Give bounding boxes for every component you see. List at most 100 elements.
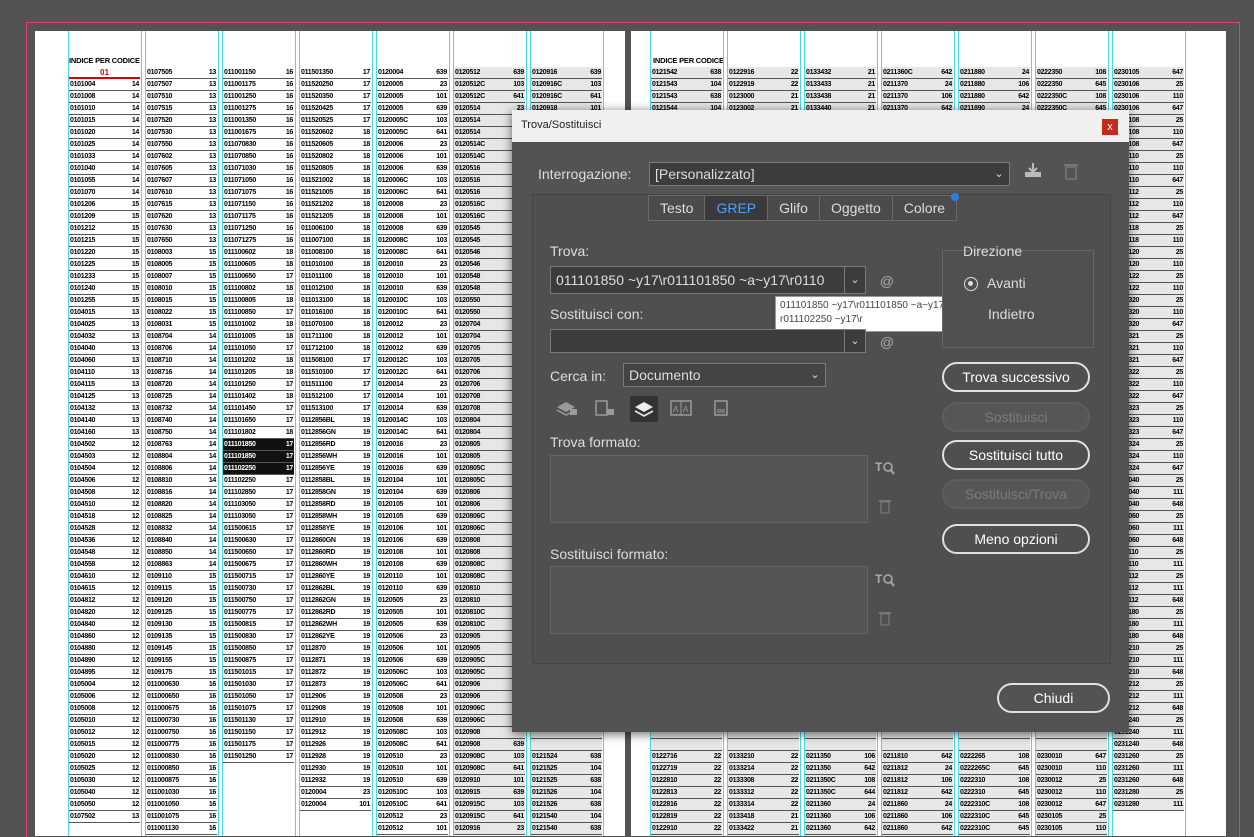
index-entry: 011100805 18: [223, 295, 294, 307]
replace-all-button[interactable]: Sostituisci tutto: [942, 440, 1090, 470]
index-entry: 0109130 15: [146, 619, 217, 631]
special-characters-icon[interactable]: @: [876, 270, 898, 292]
tab-glifo[interactable]: Glifo: [768, 196, 820, 220]
entry-page: 18: [285, 261, 293, 268]
entry-page: 17: [362, 93, 370, 100]
index-entry: 0211810 642: [882, 751, 953, 763]
entry-page: 18: [362, 201, 370, 208]
replace-find-button[interactable]: Sostituisci/Trova: [942, 479, 1090, 509]
index-entry: 0108806 14: [146, 463, 217, 475]
entry-page: 12: [131, 453, 139, 460]
entry-code: 0112856GN: [301, 429, 336, 436]
specify-find-format-icon[interactable]: T: [874, 458, 896, 480]
entry-page: 15: [208, 261, 216, 268]
index-entry: 011500775 17: [223, 607, 294, 619]
entry-code: 0107530: [147, 129, 173, 136]
direction-forward-label[interactable]: Avanti: [987, 275, 1026, 291]
entry-code: 0104502: [70, 441, 96, 448]
clear-replace-format-icon[interactable]: [874, 610, 896, 632]
find-input[interactable]: 011101850 ~y17\r011101850 ~a~y17\r0110 ⌄: [550, 266, 866, 294]
index-entry: 0120916C 641: [531, 91, 602, 103]
tab-testo[interactable]: Testo: [649, 196, 706, 220]
entry-code: 0122719: [652, 765, 678, 772]
specify-replace-format-icon[interactable]: T: [874, 570, 896, 592]
entry-page: 16: [208, 753, 216, 760]
index-entry: 0121526 638: [531, 799, 602, 811]
close-icon[interactable]: x: [1102, 119, 1118, 135]
index-entry: 011011100 18: [300, 271, 371, 283]
entry-code: 0120906C: [455, 717, 485, 724]
replace-input[interactable]: ⌄: [550, 329, 866, 353]
tab-grep[interactable]: GREP: [705, 196, 769, 220]
entry-code: 0120004: [378, 69, 404, 76]
direction-back-label[interactable]: Indietro: [988, 306, 1035, 322]
entry-code: 011100850: [224, 309, 256, 316]
fewer-options-button[interactable]: Meno opzioni: [942, 524, 1090, 554]
entry-code: 011521202: [301, 201, 333, 208]
index-entry: 011102250 17: [223, 475, 294, 487]
index-entry: 0122910 22: [651, 823, 722, 835]
search-in-select[interactable]: Documento ⌄: [623, 363, 826, 387]
tab-colore[interactable]: Colore: [892, 193, 960, 220]
entry-code: 0104860: [70, 633, 96, 640]
index-entry: 0101055 14: [69, 175, 140, 187]
entry-page: 110: [1172, 237, 1184, 244]
index-entry: 0222350 645: [1036, 79, 1107, 91]
entry-code: 0133214: [729, 765, 755, 772]
entry-code: 0112912: [301, 729, 326, 736]
index-entry: 011001175 16: [223, 79, 294, 91]
index-entry: 011500815 17: [223, 619, 294, 631]
index-entry: 011001250 16: [223, 91, 294, 103]
entry-code: 011521205: [301, 213, 333, 220]
index-entry: 011520805 18: [300, 163, 371, 175]
entry-code: 0108816: [147, 489, 173, 496]
index-entry: 0120510C 103: [377, 787, 448, 799]
replace-button[interactable]: Sostituisci: [942, 402, 1090, 432]
index-entry: 0104860 12: [69, 631, 140, 643]
include-footnotes-icon[interactable]: [710, 399, 732, 421]
entry-code: 0105010: [70, 717, 96, 724]
entry-code: 011501050: [224, 693, 256, 700]
special-characters-replace-icon[interactable]: @: [876, 331, 898, 353]
entry-page: 18: [362, 153, 370, 160]
entry-code: 0105050: [70, 801, 96, 808]
index-entry: [805, 739, 876, 751]
include-master-pages-icon[interactable]: AA: [670, 399, 692, 421]
entry-code: 0108806: [147, 465, 173, 472]
entry-code: 0120805: [455, 453, 481, 460]
entry-page: 13: [131, 309, 139, 316]
find-format-box[interactable]: [550, 455, 868, 523]
entry-page: 13: [208, 165, 216, 172]
index-entry: 0122810 22: [651, 775, 722, 787]
tab-oggetto[interactable]: Oggetto: [819, 196, 893, 220]
save-query-icon[interactable]: [1022, 161, 1044, 183]
include-hidden-layers-icon[interactable]: [630, 396, 658, 422]
entry-page: 23: [439, 81, 447, 88]
index-entry: 0211350C 644: [805, 787, 876, 799]
direction-forward-radio[interactable]: [964, 277, 978, 291]
replace-format-box[interactable]: [550, 566, 868, 634]
include-locked-layers-icon[interactable]: [556, 399, 578, 421]
clear-find-format-icon[interactable]: [874, 498, 896, 520]
index-entry: 011102250 17: [223, 463, 294, 475]
entry-code: 0107515: [147, 105, 173, 112]
close-button[interactable]: Chiudi: [997, 683, 1110, 713]
find-next-button[interactable]: Trova successivo: [942, 362, 1090, 392]
query-select[interactable]: [Personalizzato] ⌄: [649, 162, 1010, 186]
entry-code: 0211360: [806, 813, 831, 820]
entry-code: 011001350: [224, 117, 256, 124]
delete-query-icon[interactable]: [1060, 162, 1082, 184]
entry-code: 0211860: [883, 825, 908, 832]
entry-code: 0120505: [378, 609, 404, 616]
include-locked-stories-icon[interactable]: [594, 399, 616, 421]
index-entry: 0112872 19: [300, 667, 371, 679]
entry-code: 011071250: [224, 225, 256, 232]
entry-code: 011101850: [224, 441, 256, 448]
entry-code: 011101802: [224, 429, 256, 436]
index-entry: 0104528 12: [69, 523, 140, 535]
entry-page: 17: [285, 669, 293, 676]
entry-code: 0120005C: [378, 129, 408, 136]
entry-page: 648: [1172, 741, 1183, 748]
dialog-titlebar[interactable]: Trova/Sostituisci x: [512, 110, 1129, 142]
entry-code: 0211360: [806, 825, 831, 832]
